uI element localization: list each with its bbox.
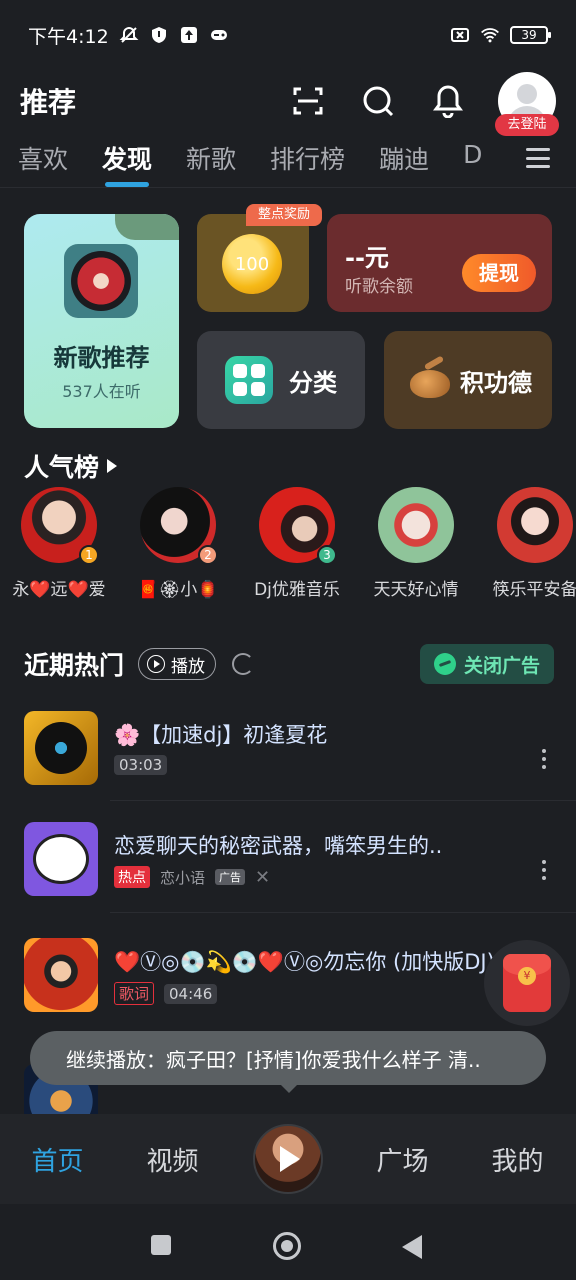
category-card[interactable]: 分类 bbox=[197, 331, 365, 429]
balance-label: 听歌余额 bbox=[345, 277, 413, 297]
play-all-button[interactable]: 播放 bbox=[138, 648, 217, 680]
login-badge[interactable]: 去登陆 bbox=[495, 114, 559, 136]
notification-button[interactable] bbox=[428, 81, 468, 121]
new-song-cover bbox=[64, 244, 138, 318]
close-icon[interactable]: ✕ bbox=[255, 867, 270, 888]
nav-home[interactable]: 首页 bbox=[0, 1141, 115, 1178]
balance-amount: --元 bbox=[345, 244, 389, 272]
popular-item[interactable]: 2 🧧🏵小🏮 bbox=[123, 487, 233, 600]
avatar bbox=[378, 487, 454, 563]
status-bar: 下午4:12 39 bbox=[0, 0, 576, 70]
now-playing-cover bbox=[252, 1124, 323, 1194]
bell-icon bbox=[433, 85, 463, 118]
red-packet-button[interactable]: ¥ bbox=[484, 940, 570, 1026]
new-song-title: 新歌推荐 bbox=[53, 344, 150, 372]
tabs-menu-icon[interactable] bbox=[526, 148, 550, 168]
page-title: 推荐 bbox=[20, 86, 77, 119]
no-sim-icon bbox=[451, 28, 469, 42]
scan-icon bbox=[293, 87, 323, 115]
song-cover bbox=[24, 711, 98, 785]
upload-icon bbox=[180, 27, 197, 43]
avatar: 1 bbox=[21, 487, 99, 565]
ad-title: 恋爱聊天的秘密武器，嘴笨男生的.. bbox=[114, 834, 443, 858]
tab-like[interactable]: 喜欢 bbox=[18, 140, 68, 188]
new-song-card[interactable]: 新歌推荐 537人在听 bbox=[24, 214, 179, 428]
mute-bell-icon bbox=[119, 26, 139, 43]
play-icon bbox=[147, 655, 166, 673]
resume-playback-toast[interactable]: 继续播放：疯子田？[抒情]你爱我什么样子 清.. bbox=[30, 1031, 546, 1085]
recent-apps-icon[interactable] bbox=[151, 1235, 171, 1255]
refresh-icon[interactable] bbox=[232, 653, 255, 675]
ad-cover bbox=[24, 822, 98, 896]
new-song-listeners: 537人在听 bbox=[62, 382, 141, 401]
song-title: ❤️Ⓥ◎💿💫💿❤️Ⓥ◎勿忘你 (加快版DJ) bbox=[114, 950, 495, 974]
avatar: 3 bbox=[259, 487, 337, 565]
shield-icon bbox=[151, 27, 166, 43]
category-tabs: 喜欢 发现 新歌 排行榜 蹦迪 D bbox=[0, 140, 576, 188]
popular-item[interactable]: 筷乐平安备 bbox=[480, 487, 576, 600]
status-time: 下午4:12 bbox=[28, 25, 109, 48]
wifi-icon bbox=[481, 28, 499, 43]
avatar: 2 bbox=[140, 487, 218, 565]
login-avatar[interactable]: 去登陆 bbox=[495, 72, 559, 136]
avatar bbox=[497, 487, 573, 563]
nav-video[interactable]: 视频 bbox=[115, 1141, 230, 1178]
popular-item[interactable]: 天天好心情 bbox=[361, 487, 471, 600]
wooden-fish-icon bbox=[406, 355, 452, 400]
coin-reward-card[interactable]: 100 bbox=[197, 214, 309, 312]
hot-tag: 热点 bbox=[114, 866, 150, 888]
play-icon bbox=[280, 1146, 300, 1172]
close-ad-icon bbox=[433, 653, 456, 675]
system-navigation-bar bbox=[0, 1204, 576, 1280]
more-options-icon[interactable] bbox=[542, 860, 546, 880]
scan-button[interactable] bbox=[288, 81, 328, 121]
more-options-icon[interactable] bbox=[542, 749, 546, 769]
back-icon[interactable] bbox=[402, 1235, 422, 1259]
song-row[interactable]: 🌸【加速dj】初逢夏花 03:03 bbox=[24, 711, 554, 787]
gamepad-icon bbox=[210, 30, 227, 40]
search-icon bbox=[363, 86, 394, 117]
song-duration: 03:03 bbox=[114, 755, 168, 775]
home-icon[interactable] bbox=[273, 1232, 301, 1260]
play-arrow-icon bbox=[107, 459, 118, 473]
recent-hot-title: 近期热门 bbox=[24, 651, 125, 680]
nav-square[interactable]: 广场 bbox=[345, 1141, 460, 1178]
song-cover bbox=[24, 938, 98, 1012]
song-title: 🌸【加速dj】初逢夏花 bbox=[114, 723, 328, 747]
nav-mine[interactable]: 我的 bbox=[460, 1141, 575, 1178]
ad-tag: 广告 bbox=[215, 869, 246, 885]
tab-discover[interactable]: 发现 bbox=[102, 140, 152, 188]
lyric-tag: 歌词 bbox=[114, 982, 155, 1005]
category-label: 分类 bbox=[289, 368, 337, 397]
tab-new-songs[interactable]: 新歌 bbox=[186, 140, 236, 188]
tab-disco[interactable]: 蹦迪 bbox=[379, 140, 429, 188]
red-packet-icon: ¥ bbox=[503, 954, 551, 1012]
popular-item[interactable]: 1 永❤️远❤️爱 bbox=[4, 487, 114, 600]
merit-card[interactable]: 积功德 bbox=[384, 331, 552, 429]
coin-icon: 100 bbox=[222, 234, 282, 294]
recent-hot-header: 近期热门 播放 关闭广告 bbox=[24, 644, 554, 684]
balance-card[interactable]: --元 听歌余额 提现 bbox=[327, 214, 552, 312]
category-icon bbox=[225, 356, 273, 404]
ad-row[interactable]: 恋爱聊天的秘密武器，嘴笨男生的.. 热点 恋小语 广告 ✕ bbox=[24, 822, 554, 898]
ad-source: 恋小语 bbox=[160, 868, 206, 887]
tab-d[interactable]: D bbox=[463, 140, 482, 188]
battery-indicator: 39 bbox=[510, 26, 551, 44]
song-duration: 04:46 bbox=[164, 983, 218, 1004]
popular-chart-title[interactable]: 人气榜 bbox=[24, 448, 118, 484]
hourly-reward-tag: 整点奖励 bbox=[246, 204, 322, 226]
popular-item[interactable]: 3 Dj优雅音乐 bbox=[242, 487, 352, 600]
song-row[interactable]: ❤️Ⓥ◎💿💫💿❤️Ⓥ◎勿忘你 (加快版DJ) 歌词 04:46 bbox=[24, 938, 554, 1014]
now-playing-button[interactable] bbox=[230, 1124, 345, 1194]
search-button[interactable] bbox=[358, 81, 398, 121]
withdraw-button[interactable]: 提现 bbox=[462, 254, 536, 292]
app-header: 推荐 去登陆 bbox=[0, 70, 576, 136]
tab-charts[interactable]: 排行榜 bbox=[270, 140, 345, 188]
merit-label: 积功德 bbox=[460, 368, 532, 397]
bottom-navigation: 首页 视频 广场 我的 bbox=[0, 1114, 576, 1204]
close-ad-button[interactable]: 关闭广告 bbox=[419, 644, 554, 684]
